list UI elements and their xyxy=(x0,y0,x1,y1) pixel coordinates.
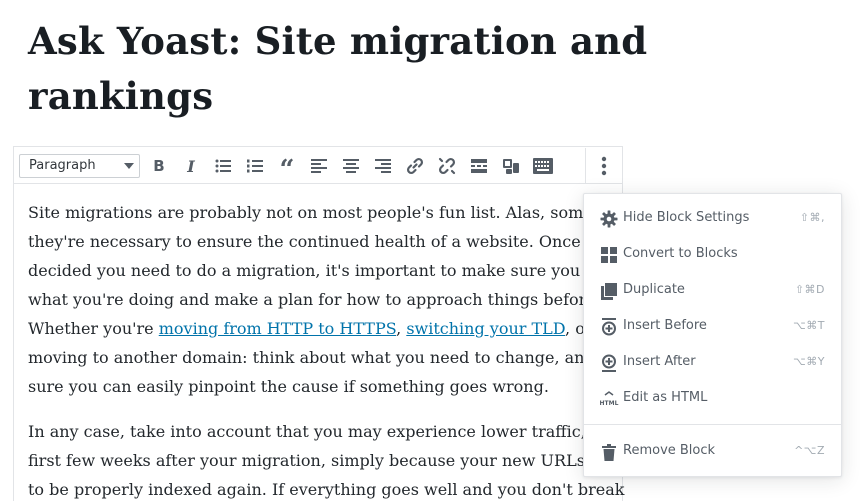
text-line: decided you need to do a migration, it's… xyxy=(28,261,629,280)
link-switching-tld[interactable]: switching your TLD xyxy=(406,319,565,338)
bullet-list-button[interactable] xyxy=(212,155,234,177)
align-left-icon xyxy=(311,159,327,173)
more-options-icon xyxy=(601,156,607,176)
menu-item-insert-after[interactable]: Insert After ⌥⌘Y xyxy=(584,345,841,381)
svg-text:HTML: HTML xyxy=(600,400,619,407)
gear-icon xyxy=(599,209,619,229)
read-more-button[interactable] xyxy=(468,155,490,177)
text-fragment: Whether you're xyxy=(28,319,159,338)
text-line: Whether you're moving from HTTP to HTTPS… xyxy=(28,314,593,343)
insert-before-icon xyxy=(599,317,619,337)
align-right-button[interactable] xyxy=(372,155,394,177)
html-icon: HTML xyxy=(599,389,619,409)
blockquote-icon: “ xyxy=(279,155,295,185)
align-center-icon xyxy=(343,159,359,173)
text-line: In any case, take into account that you … xyxy=(28,422,618,441)
numbered-list-button[interactable] xyxy=(244,155,266,177)
link-button[interactable] xyxy=(404,155,426,177)
menu-item-shortcut: ⌥⌘T xyxy=(793,319,825,332)
grid-icon xyxy=(599,245,619,265)
text-line: moving to another domain: think about wh… xyxy=(28,348,625,367)
menu-item-convert-to-blocks[interactable]: Convert to Blocks xyxy=(584,237,841,273)
text-fragment: , xyxy=(396,319,407,338)
bold-button[interactable]: B xyxy=(148,155,170,177)
trash-icon xyxy=(599,442,619,462)
insert-after-icon xyxy=(599,353,619,373)
blockquote-button[interactable]: “ xyxy=(276,155,298,183)
text-line: to be properly indexed again. If everyth… xyxy=(28,480,625,499)
link-http-to-https[interactable]: moving from HTTP to HTTPS xyxy=(159,319,396,338)
menu-item-label: Insert After xyxy=(623,354,696,369)
text-line: sure you can easily pinpoint the cause i… xyxy=(28,377,549,396)
menu-item-label: Edit as HTML xyxy=(623,390,708,405)
toolbar-divider xyxy=(585,148,586,184)
menu-item-shortcut: ⌥⌘Y xyxy=(793,355,825,368)
format-select[interactable]: Paragraph xyxy=(19,154,140,178)
post-title[interactable]: Ask Yoast: Site migration and rankings xyxy=(28,14,668,124)
unlink-button[interactable] xyxy=(436,155,458,177)
paragraph-1: Site migrations are probably not on most… xyxy=(28,198,629,401)
menu-item-hide-block-settings[interactable]: Hide Block Settings ⇧⌘, xyxy=(584,201,841,237)
keyboard-icon xyxy=(533,158,553,174)
menu-item-remove-block[interactable]: Remove Block ^⌥Z xyxy=(584,434,841,470)
duplicate-icon xyxy=(599,281,619,301)
block-content[interactable]: Site migrations are probably not on most… xyxy=(28,198,629,501)
block-toolbar: Paragraph B I “ xyxy=(13,146,623,184)
chevron-down-icon xyxy=(124,163,134,169)
menu-item-label: Duplicate xyxy=(623,282,685,297)
menu-item-shortcut: ⇧⌘D xyxy=(794,283,825,296)
align-left-button[interactable] xyxy=(308,155,330,177)
post-title-line-1: Ask Yoast: Site migration and xyxy=(28,19,648,63)
italic-icon: I xyxy=(187,156,195,176)
menu-item-shortcut: ^⌥Z xyxy=(794,444,825,457)
text-line: what you're doing and make a plan for ho… xyxy=(28,290,626,309)
menu-item-label: Convert to Blocks xyxy=(623,246,738,261)
text-line: first few weeks after your migration, si… xyxy=(28,451,620,470)
menu-item-edit-as-html[interactable]: HTML Edit as HTML xyxy=(584,381,841,417)
align-right-icon xyxy=(375,159,391,173)
menu-item-label: Insert Before xyxy=(623,318,707,333)
menu-item-label: Remove Block xyxy=(623,443,716,458)
text-line: they're necessary to ensure the continue… xyxy=(28,232,629,251)
keyboard-shortcuts-button[interactable] xyxy=(532,155,554,177)
unlink-icon xyxy=(438,157,456,175)
toolbar-toggle-icon xyxy=(503,159,519,174)
menu-divider xyxy=(584,424,841,425)
post-title-line-2: rankings xyxy=(28,74,214,118)
bullet-list-icon xyxy=(215,159,231,173)
menu-item-shortcut: ⇧⌘, xyxy=(799,211,825,224)
more-options-button[interactable] xyxy=(593,155,615,177)
bold-icon: B xyxy=(153,157,165,175)
text-line: Site migrations are probably not on most… xyxy=(28,203,629,222)
read-more-icon xyxy=(471,159,487,173)
align-center-button[interactable] xyxy=(340,155,362,177)
toolbar-toggle-button[interactable] xyxy=(500,155,522,177)
menu-item-duplicate[interactable]: Duplicate ⇧⌘D xyxy=(584,273,841,309)
menu-item-insert-before[interactable]: Insert Before ⌥⌘T xyxy=(584,309,841,345)
link-icon xyxy=(406,157,424,175)
menu-item-label: Hide Block Settings xyxy=(623,210,750,225)
paragraph-2: In any case, take into account that you … xyxy=(28,417,625,501)
format-select-value: Paragraph xyxy=(29,158,96,173)
italic-button[interactable]: I xyxy=(180,155,202,177)
numbered-list-icon xyxy=(247,159,263,173)
block-settings-menu: Hide Block Settings ⇧⌘, Convert to Block… xyxy=(583,193,842,477)
